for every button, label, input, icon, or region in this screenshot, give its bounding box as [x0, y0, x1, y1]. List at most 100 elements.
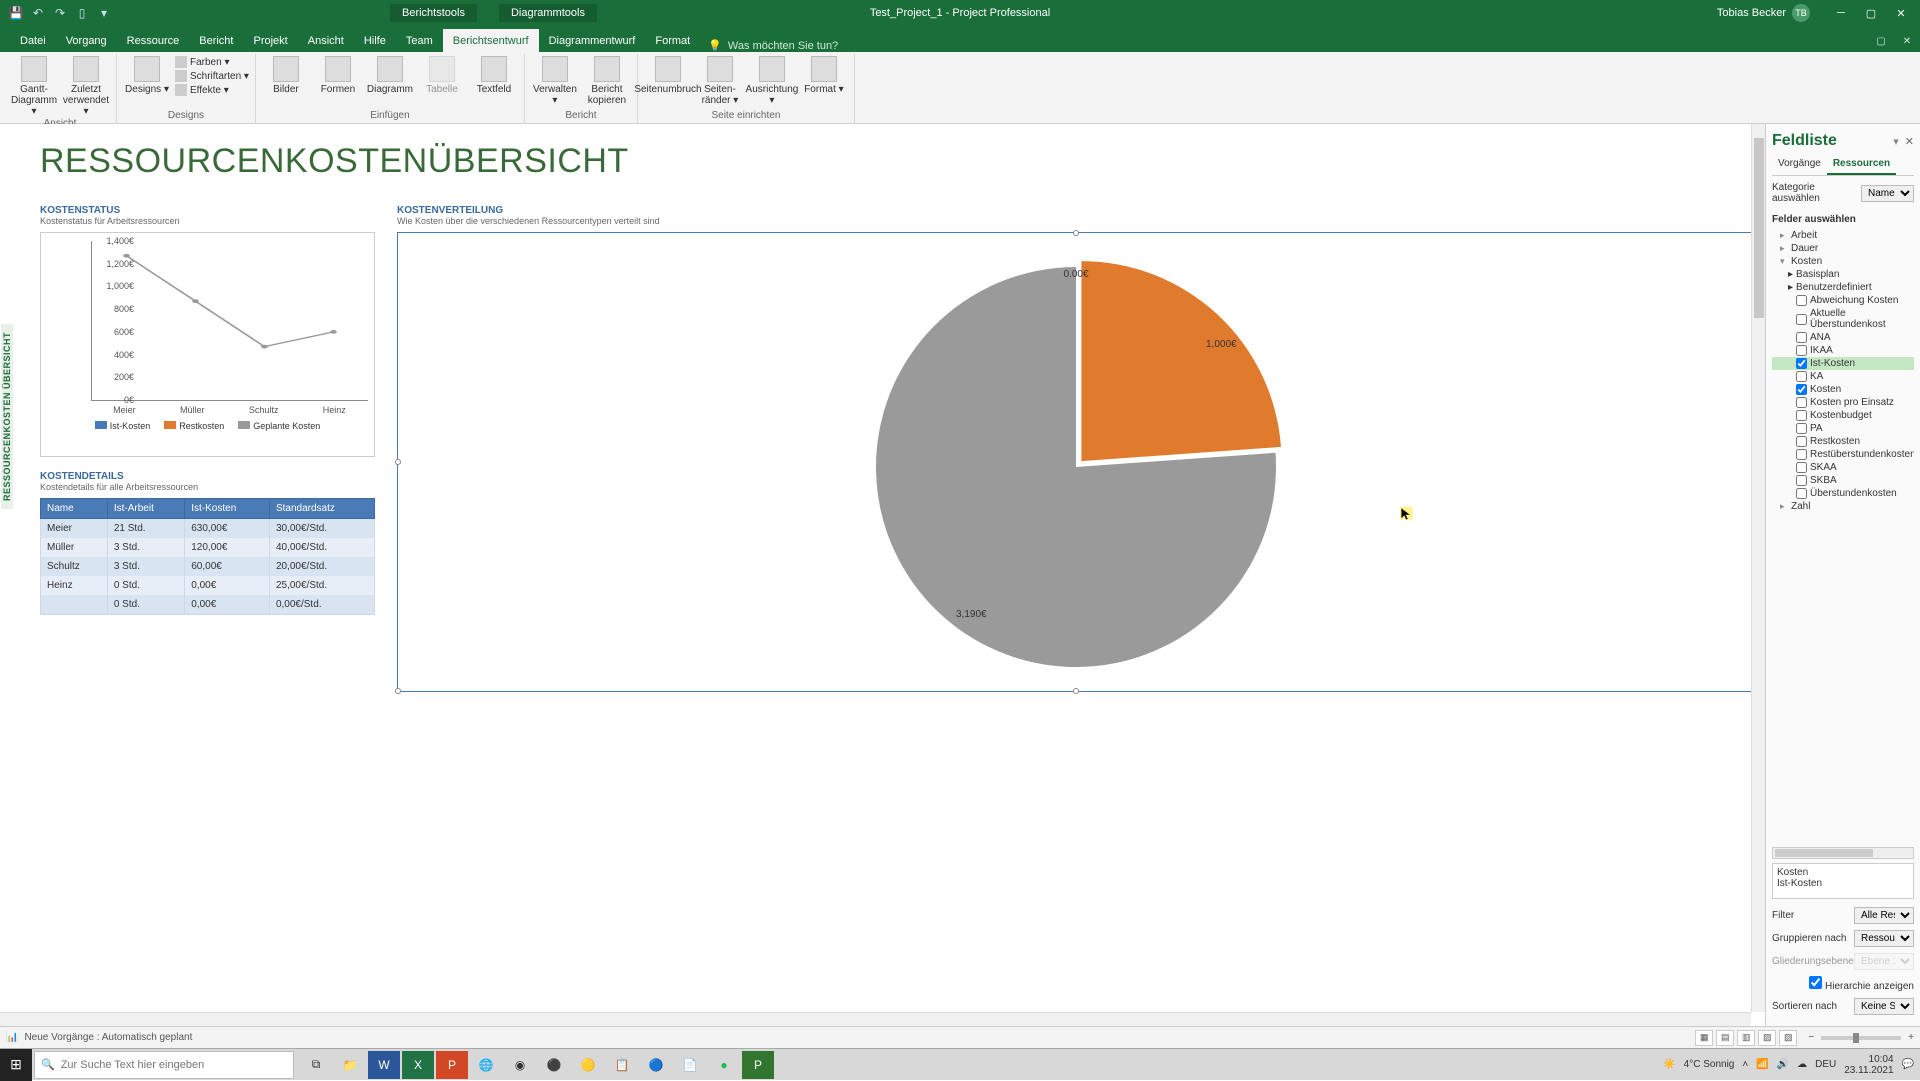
user-name[interactable]: Tobias Becker	[1717, 7, 1786, 19]
tree-leaf[interactable]: Überstundenkosten	[1772, 487, 1914, 500]
bar-chart[interactable]: 0€200€400€600€800€1,000€1,200€1,400€Meie…	[40, 232, 375, 457]
tray-notifications-icon[interactable]: 💬	[1902, 1059, 1914, 1070]
tree-leaf[interactable]: Kosten	[1772, 383, 1914, 396]
table-row[interactable]: 0 Std.0,00€0,00€/Std.	[41, 595, 375, 615]
tree-leaf[interactable]: IKAA	[1772, 344, 1914, 357]
tab-format[interactable]: Format	[645, 29, 700, 52]
table-row[interactable]: Müller3 Std.120,00€40,00€/Std.	[41, 538, 375, 557]
weather-text[interactable]: 4°C Sonnig	[1684, 1059, 1735, 1070]
start-button[interactable]: ⊞	[0, 1049, 32, 1081]
copy-report-button[interactable]: Bericht kopieren	[583, 56, 631, 106]
close-icon[interactable]: ✕	[1886, 2, 1916, 24]
edge-icon[interactable]: 🌐	[470, 1051, 502, 1079]
undo-icon[interactable]: ↶	[30, 5, 46, 21]
taskview-icon[interactable]: ⧉	[300, 1051, 332, 1079]
ribbon-close-icon[interactable]: ✕	[1894, 30, 1920, 52]
tab-bericht[interactable]: Bericht	[189, 29, 243, 52]
tree-leaf[interactable]: Kosten pro Einsatz	[1772, 396, 1914, 409]
textbox-button[interactable]: Textfeld	[470, 56, 518, 95]
tray-onedrive-icon[interactable]: ☁	[1797, 1059, 1807, 1070]
word-icon[interactable]: W	[368, 1051, 400, 1079]
horizontal-scrollbar[interactable]	[0, 1012, 1751, 1026]
tab-ansicht[interactable]: Ansicht	[298, 29, 354, 52]
app-icon-1[interactable]: 🟡	[572, 1051, 604, 1079]
shapes-button[interactable]: Formen	[314, 56, 362, 95]
field-tree[interactable]: ▸Arbeit▸Dauer▾Kosten▸Basisplan▸Benutzerd…	[1772, 229, 1914, 845]
tree-node-zahl[interactable]: ▸Zahl	[1772, 500, 1914, 513]
report-side-tab[interactable]: RESSOURCENKOSTEN ÜBERSICHT	[1, 324, 13, 509]
contextual-tab-charts[interactable]: Diagrammtools	[499, 4, 597, 22]
tree-subnode[interactable]: ▸Benutzerdefiniert	[1772, 281, 1914, 294]
notepad-icon[interactable]: 📄	[674, 1051, 706, 1079]
recent-button[interactable]: Zuletzt verwendet ▾	[62, 56, 110, 117]
view-button-4[interactable]: ▧	[1758, 1030, 1776, 1046]
vertical-scrollbar[interactable]	[1751, 124, 1765, 1012]
tree-hscroll[interactable]	[1772, 847, 1914, 859]
redo-icon[interactable]: ↷	[52, 5, 68, 21]
tree-leaf[interactable]: SKAA	[1772, 461, 1914, 474]
view-button-1[interactable]: ▦	[1695, 1030, 1713, 1046]
chrome-icon[interactable]: ◉	[504, 1051, 536, 1079]
fieldlist-tab-vorgaenge[interactable]: Vorgänge	[1772, 154, 1827, 175]
powerpoint-icon[interactable]: P	[436, 1051, 468, 1079]
margins-button[interactable]: Seiten-ränder ▾	[696, 56, 744, 106]
designs-button[interactable]: Designs ▾	[123, 56, 171, 95]
weather-icon[interactable]: ☀️	[1663, 1059, 1675, 1070]
format-button[interactable]: Format ▾	[800, 56, 848, 95]
table-row[interactable]: Heinz0 Std.0,00€25,00€/Std.	[41, 576, 375, 595]
tab-vorgang[interactable]: Vorgang	[56, 29, 117, 52]
zoom-in-button[interactable]: +	[1908, 1032, 1914, 1043]
fonts-button[interactable]: Schriftarten ▾	[175, 70, 249, 82]
sort-select[interactable]: Keine S…	[1854, 998, 1914, 1015]
tellme-input[interactable]	[728, 40, 908, 52]
obs-icon[interactable]: ⚫	[538, 1051, 570, 1079]
tray-wifi-icon[interactable]: 📶	[1756, 1059, 1768, 1070]
tab-projekt[interactable]: Projekt	[244, 29, 298, 52]
hierarchy-checkbox[interactable]: Hierarchie anzeigen	[1809, 976, 1914, 992]
orientation-button[interactable]: Ausrichtung ▾	[748, 56, 796, 106]
tab-datei[interactable]: Datei	[10, 29, 56, 52]
tree-node[interactable]: ▸Dauer	[1772, 242, 1914, 255]
chart-button[interactable]: Diagramm	[366, 56, 414, 95]
filter-select[interactable]: Alle Res…	[1854, 907, 1914, 924]
tree-node[interactable]: ▸Arbeit	[1772, 229, 1914, 242]
view-button-3[interactable]: ▥	[1737, 1030, 1755, 1046]
save-icon[interactable]: 💾	[8, 5, 24, 21]
fieldlist-close-icon[interactable]: ✕	[1905, 135, 1914, 148]
table-button[interactable]: Tabelle	[418, 56, 466, 95]
manage-button[interactable]: Verwalten ▾	[531, 56, 579, 106]
ribbon-minimize-icon[interactable]: ▢	[1868, 30, 1894, 52]
tab-berichtsentwurf[interactable]: Berichtsentwurf	[443, 29, 539, 52]
touch-icon[interactable]: ▯	[74, 5, 90, 21]
zoom-out-button[interactable]: −	[1808, 1032, 1814, 1043]
effects-button[interactable]: Effekte ▾	[175, 84, 249, 96]
fieldlist-tab-ressourcen[interactable]: Ressourcen	[1827, 154, 1896, 175]
contextual-tab-reports[interactable]: Berichtstools	[390, 4, 477, 22]
pie-chart[interactable]: 0.00€1,000€3,190€ + 🖌	[397, 232, 1755, 692]
tree-leaf[interactable]: SKBA	[1772, 474, 1914, 487]
tray-chevron-icon[interactable]: ˄	[1742, 1059, 1748, 1070]
tray-lang[interactable]: DEU	[1815, 1059, 1836, 1070]
tree-leaf[interactable]: PA	[1772, 422, 1914, 435]
tray-volume-icon[interactable]: 🔊	[1777, 1059, 1789, 1070]
images-button[interactable]: Bilder	[262, 56, 310, 95]
maximize-icon[interactable]: ▢	[1856, 2, 1886, 24]
tree-node-kosten[interactable]: ▾Kosten	[1772, 255, 1914, 268]
tree-leaf[interactable]: Abweichung Kosten	[1772, 294, 1914, 307]
tree-leaf[interactable]: Restüberstundenkosten	[1772, 448, 1914, 461]
pagebreak-button[interactable]: Seitenumbruch	[644, 56, 692, 95]
tree-leaf[interactable]: Kostenbudget	[1772, 409, 1914, 422]
group-select[interactable]: Ressour…	[1854, 930, 1914, 947]
colors-button[interactable]: Farben ▾	[175, 56, 249, 68]
zoom-slider[interactable]	[1821, 1036, 1901, 1040]
app-icon-2[interactable]: 📋	[606, 1051, 638, 1079]
table-row[interactable]: Meier21 Std.630,00€30,00€/Std.	[41, 519, 375, 539]
tab-team[interactable]: Team	[396, 29, 443, 52]
kategorie-select[interactable]: Name	[1861, 185, 1914, 202]
tree-leaf[interactable]: ANA	[1772, 331, 1914, 344]
tab-diagrammentwurf[interactable]: Diagrammentwurf	[539, 29, 646, 52]
explorer-icon[interactable]: 📁	[334, 1051, 366, 1079]
taskbar-search-input[interactable]	[61, 1059, 287, 1071]
tree-subnode[interactable]: ▸Basisplan	[1772, 268, 1914, 281]
minimize-icon[interactable]: ─	[1826, 2, 1856, 24]
